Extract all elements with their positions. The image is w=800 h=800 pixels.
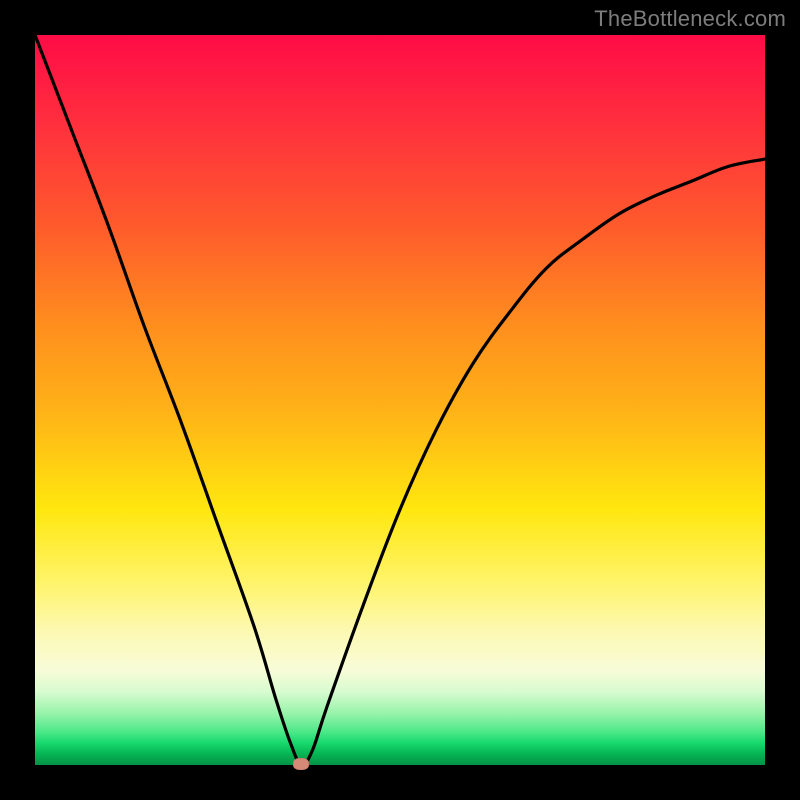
watermark-text: TheBottleneck.com [594, 6, 786, 32]
minimum-point-marker [293, 758, 309, 770]
chart-frame: TheBottleneck.com [0, 0, 800, 800]
bottleneck-curve [35, 35, 765, 765]
plot-area [35, 35, 765, 765]
